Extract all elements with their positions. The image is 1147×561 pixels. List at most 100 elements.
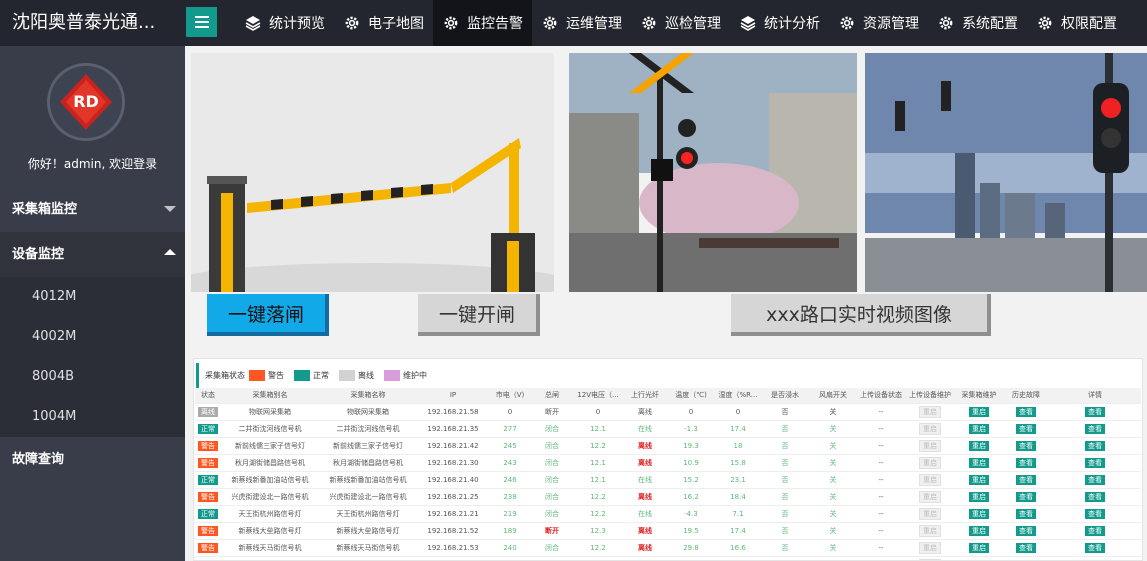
- sidebar-group-fault-query[interactable]: 故障查询: [0, 437, 185, 482]
- main-nav: 统计预览 电子地图 监控告警 运维管理 巡检管理 统计分析 资源管理 系统配置 权限配置: [235, 0, 1126, 46]
- history-view-button[interactable]: 查看: [1016, 525, 1036, 536]
- open-gate-button[interactable]: 一键开闸: [418, 294, 540, 336]
- nav-label: 资源管理: [863, 16, 919, 32]
- column-header: 市电（V): [489, 388, 531, 404]
- detail-view-button[interactable]: 查看: [1085, 474, 1105, 485]
- menu-toggle-button[interactable]: [186, 7, 217, 37]
- history-view-button[interactable]: 查看: [1016, 542, 1036, 553]
- nav-item-3[interactable]: 监控告警: [433, 0, 532, 46]
- cell-water: 否: [781, 509, 789, 518]
- device-restart-button[interactable]: 重启: [919, 422, 941, 435]
- detail-view-button[interactable]: 查看: [1085, 542, 1105, 553]
- cell-up: --: [878, 509, 884, 518]
- cell-hum: 16.6: [730, 543, 746, 552]
- detail-view-button[interactable]: 查看: [1085, 491, 1105, 502]
- column-header: 采集箱名称: [319, 388, 417, 404]
- detail-view-button[interactable]: 查看: [1085, 508, 1105, 519]
- nav-item-5[interactable]: 巡检管理: [631, 0, 730, 46]
- sidebar-item-1004m[interactable]: 1004M: [0, 397, 185, 437]
- device-restart-button[interactable]: 重启: [919, 541, 941, 554]
- device-restart-button[interactable]: 重启: [919, 473, 941, 486]
- sidebar-item-4002m[interactable]: 4002M: [0, 317, 185, 357]
- cell-temp: 10.9: [683, 458, 699, 467]
- status-badge: 警告: [198, 491, 218, 502]
- history-view-button[interactable]: 查看: [1016, 440, 1036, 451]
- column-header: 温度（℃): [667, 388, 715, 404]
- cell-temp: 0: [688, 407, 694, 416]
- collector-restart-button[interactable]: 重启: [969, 406, 989, 417]
- cell-v12: 12.2: [590, 492, 606, 501]
- history-view-button[interactable]: 查看: [1016, 474, 1036, 485]
- legend-swatch: [384, 370, 400, 381]
- collector-restart-button[interactable]: 重启: [969, 491, 989, 502]
- device-restart-button[interactable]: 重启: [919, 439, 941, 452]
- nav-label: 电子地图: [368, 16, 424, 32]
- history-view-button[interactable]: 查看: [1016, 423, 1036, 434]
- history-view-button[interactable]: 查看: [1016, 491, 1036, 502]
- cell-gate: 断开: [545, 526, 559, 535]
- collector-restart-button[interactable]: 重启: [969, 525, 989, 536]
- legend-label: 正常: [313, 371, 329, 380]
- collector-restart-button[interactable]: 重启: [969, 474, 989, 485]
- cell-ip: 192.168.21.52: [427, 526, 479, 535]
- collector-restart-button[interactable]: 重启: [969, 508, 989, 519]
- detail-view-button[interactable]: 查看: [1085, 406, 1105, 417]
- cell-name: 新蔡线大垒路信号灯: [336, 526, 400, 535]
- sidebar-item-4012m[interactable]: 4012M: [0, 277, 185, 317]
- detail-view-button[interactable]: 查看: [1085, 440, 1105, 451]
- cell-mains: 189: [503, 526, 517, 535]
- cell-fan: 关: [829, 441, 837, 450]
- nav-item-8[interactable]: 系统配置: [928, 0, 1027, 46]
- legend-swatch: [249, 370, 265, 381]
- cell-v12: 0: [595, 407, 601, 416]
- collector-restart-button[interactable]: 重启: [969, 423, 989, 434]
- legend-items: 警告 正常 离线 维护中: [245, 370, 433, 381]
- nav-label: 统计分析: [764, 16, 820, 32]
- device-restart-button[interactable]: 重启: [919, 405, 941, 418]
- cell-fan: 关: [829, 526, 837, 535]
- device-restart-button[interactable]: 重启: [919, 507, 941, 520]
- nav-label: 运维管理: [566, 16, 622, 32]
- sidebar-group-collector-monitor[interactable]: 采集箱监控: [0, 187, 185, 232]
- cell-ip: 192.168.21.58: [427, 407, 479, 416]
- device-restart-button[interactable]: 重启: [919, 490, 941, 503]
- detail-view-button[interactable]: 查看: [1085, 525, 1105, 536]
- drop-gate-button[interactable]: 一键落闸: [207, 294, 329, 336]
- collector-restart-button[interactable]: 重启: [969, 542, 989, 553]
- cell-hum: 18: [733, 441, 743, 450]
- history-view-button[interactable]: 查看: [1016, 457, 1036, 468]
- legend-item: 正常: [290, 370, 329, 381]
- nav-item-2[interactable]: 电子地图: [334, 0, 433, 46]
- nav-item-6[interactable]: 统计分析: [730, 0, 829, 46]
- sidebar-group-device-monitor[interactable]: 设备监控: [0, 232, 185, 277]
- video-button[interactable]: xxx路口实时视频图像: [731, 294, 991, 336]
- detail-view-button[interactable]: 查看: [1085, 457, 1105, 468]
- gear-icon: [345, 16, 359, 30]
- nav-label: 统计预览: [269, 16, 325, 32]
- cell-ip: 192.168.21.42: [427, 441, 479, 450]
- status-badge: 警告: [198, 457, 218, 468]
- cell-alias: 新蔡线新番加油站信号机: [231, 475, 309, 484]
- device-restart-button[interactable]: 重启: [919, 456, 941, 469]
- history-view-button[interactable]: 查看: [1016, 406, 1036, 417]
- nav-item-9[interactable]: 权限配置: [1027, 0, 1126, 46]
- sidebar-item-8004b[interactable]: 8004B: [0, 357, 185, 397]
- history-view-button[interactable]: 查看: [1016, 508, 1036, 519]
- app-brand: 沈阳奥普泰光通...: [12, 12, 156, 33]
- cell-water: 否: [781, 441, 789, 450]
- detail-view-button[interactable]: 查看: [1085, 423, 1105, 434]
- cell-hum: 0: [735, 407, 741, 416]
- nav-item-4[interactable]: 运维管理: [532, 0, 631, 46]
- column-header: 上传设备状态: [857, 388, 905, 404]
- collector-restart-button[interactable]: 重启: [969, 457, 989, 468]
- device-restart-button[interactable]: 重启: [919, 524, 941, 537]
- nav-item-7[interactable]: 资源管理: [829, 0, 928, 46]
- nav-label: 巡检管理: [665, 16, 721, 32]
- avatar[interactable]: RD: [47, 63, 125, 141]
- collector-restart-button[interactable]: 重启: [969, 440, 989, 451]
- cell-temp: 29.8: [683, 543, 699, 552]
- main-content: 一键落闸 一键开闸 xxx路口实时视频图像 采集箱状态 警告 正常 离线 维护中 状态…: [185, 46, 1147, 561]
- cell-ip: 192.168.21.25: [427, 492, 479, 501]
- cell-alias: 二井街沈河线信号机: [238, 424, 302, 433]
- nav-item-1[interactable]: 统计预览: [235, 0, 334, 46]
